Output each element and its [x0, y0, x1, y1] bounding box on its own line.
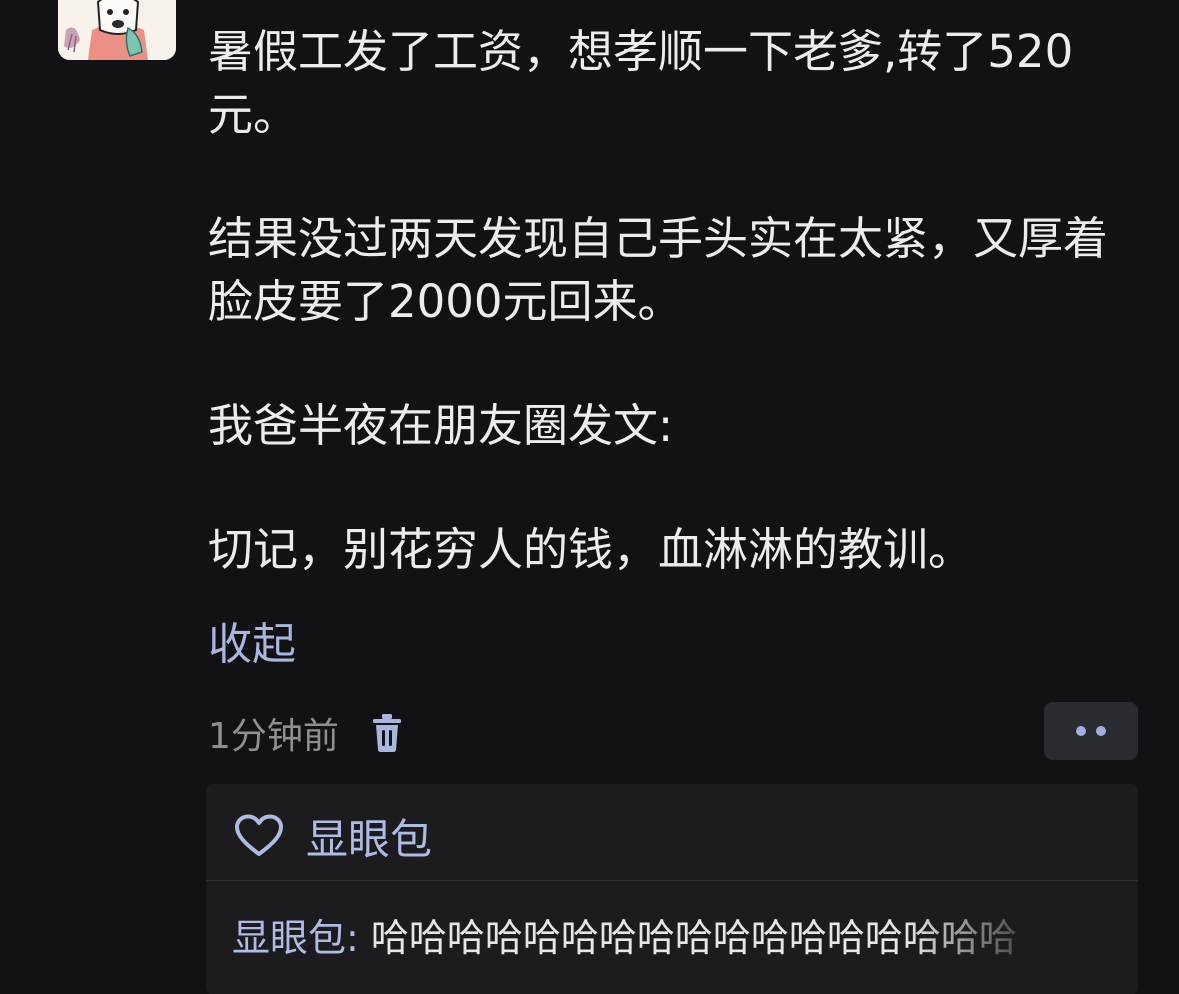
- comment[interactable]: 显眼包: 哈哈哈哈哈哈哈哈哈哈哈哈哈哈哈哈哈: [232, 908, 1128, 968]
- collapse-link[interactable]: 收起: [208, 614, 296, 676]
- likes-comments-panel: 显眼包 显眼包: 哈哈哈哈哈哈哈哈哈哈哈哈哈哈哈哈哈: [206, 784, 1138, 994]
- trash-icon: [372, 714, 401, 752]
- heart-outline-icon: [234, 814, 284, 858]
- post-paragraph: 切记，别花穷人的钱，血淋淋的教训。: [208, 523, 974, 576]
- liker-name[interactable]: 显眼包: [306, 806, 432, 867]
- post-meta: 1分钟前: [208, 706, 405, 760]
- timestamp: 1分钟前: [208, 716, 339, 757]
- post-body: 暑假工发了工资，想孝顺一下老爹,转了520元。 结果没过两天发现自己手头实在太紧…: [208, 20, 1138, 581]
- divider: [206, 880, 1138, 881]
- comment-author[interactable]: 显眼包: [232, 916, 346, 960]
- more-dots-icon: [1096, 726, 1106, 736]
- post-paragraph: 暑假工发了工资，想孝顺一下老爹,转了520元。: [208, 25, 1074, 141]
- post-paragraph: 我爸半夜在朋友圈发文:: [208, 399, 674, 452]
- more-dots-icon: [1076, 726, 1086, 736]
- post-paragraph: 结果没过两天发现自己手头实在太紧，又厚着脸皮要了2000元回来。: [208, 212, 1109, 328]
- comment-fade-overlay: [908, 908, 1128, 968]
- delete-button[interactable]: [369, 711, 405, 755]
- avatar-cartoon-image: [58, 0, 176, 60]
- likes-row: 显眼包: [234, 806, 432, 866]
- comment-separator: :: [346, 916, 371, 960]
- more-options-button[interactable]: [1044, 702, 1138, 760]
- avatar[interactable]: [58, 0, 176, 60]
